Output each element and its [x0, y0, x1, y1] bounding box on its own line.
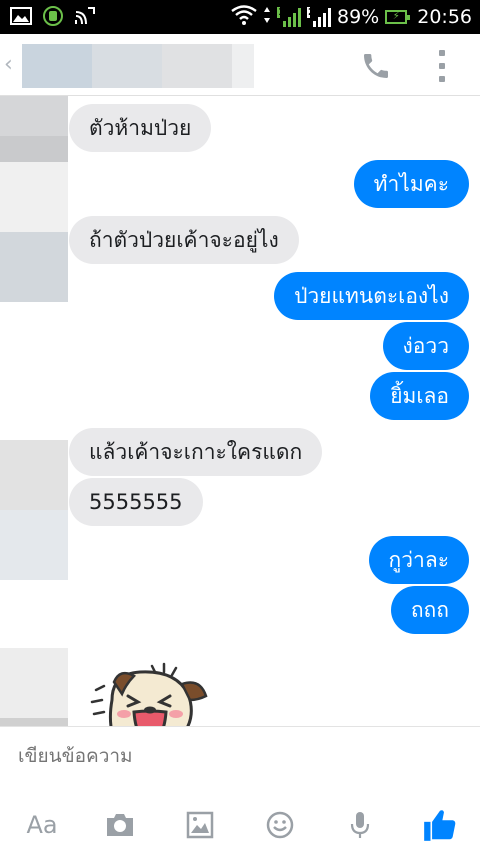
avatar [0, 232, 68, 302]
avatar [0, 718, 68, 726]
image-icon[interactable] [180, 805, 220, 845]
outgoing-message[interactable]: ยิ้มเลอ [370, 372, 469, 420]
text-format-label: Aa [26, 811, 58, 839]
outgoing-message[interactable]: ป่วยแทนตะเองไง [274, 272, 469, 320]
text-format-icon[interactable]: Aa [22, 805, 62, 845]
conversation-header: ‹ [0, 34, 480, 96]
avatar [0, 440, 68, 510]
status-left-icons [10, 6, 96, 26]
status-bar: 1 2 89% ⚡ 20:56 [0, 0, 480, 34]
app-notification-icon [42, 6, 64, 26]
sim1-signal-icon: 1 [277, 7, 301, 27]
incoming-message[interactable]: ตัวห้ามป่วย [69, 104, 212, 152]
sticker-laughing-dog-icon[interactable] [78, 660, 218, 726]
avatar [0, 510, 68, 580]
avatar [0, 162, 68, 232]
emoji-icon[interactable] [260, 805, 300, 845]
incoming-message[interactable]: แล้วเค้าจะเกาะใครแดก [69, 428, 323, 476]
thumbs-up-icon[interactable] [418, 805, 462, 845]
image-notification-icon [10, 6, 32, 26]
outgoing-message[interactable]: กูว่าละ [368, 536, 469, 584]
camera-icon[interactable] [100, 805, 140, 845]
battery-charging-icon: ⚡ [385, 10, 411, 24]
outgoing-message[interactable]: ง่อวว [382, 322, 469, 370]
outgoing-message[interactable]: ทำไมคะ [353, 160, 469, 208]
wifi-icon [231, 5, 257, 29]
more-vertical-icon[interactable] [436, 50, 448, 82]
incoming-message[interactable]: ถ้าตัวป่วยเค้าจะอยู่ไง [69, 216, 299, 264]
contact-name[interactable] [92, 44, 162, 88]
message-composer: Aa [0, 726, 480, 853]
contact-avatar[interactable] [22, 44, 92, 88]
status-right-icons: 1 2 89% ⚡ 20:56 [231, 4, 472, 30]
chevron-left-icon[interactable]: ‹ [4, 52, 13, 77]
composer-toolbar: Aa [0, 805, 480, 845]
avatar [0, 96, 68, 136]
contact-status [162, 44, 232, 88]
avatar [0, 136, 68, 162]
sim2-signal-icon: 2 [307, 7, 331, 27]
outgoing-message[interactable]: ถถถ [390, 586, 469, 634]
cast-icon [74, 6, 96, 26]
message-input[interactable] [18, 745, 458, 767]
clock: 20:56 [417, 6, 472, 28]
contact-status-tail [232, 44, 254, 88]
incoming-message[interactable]: 5555555 [69, 478, 203, 526]
battery-percentage: 89% [337, 6, 380, 28]
phone-icon[interactable] [360, 50, 392, 82]
data-transfer-icon [263, 6, 271, 28]
microphone-icon[interactable] [340, 805, 380, 845]
avatar [0, 648, 68, 718]
